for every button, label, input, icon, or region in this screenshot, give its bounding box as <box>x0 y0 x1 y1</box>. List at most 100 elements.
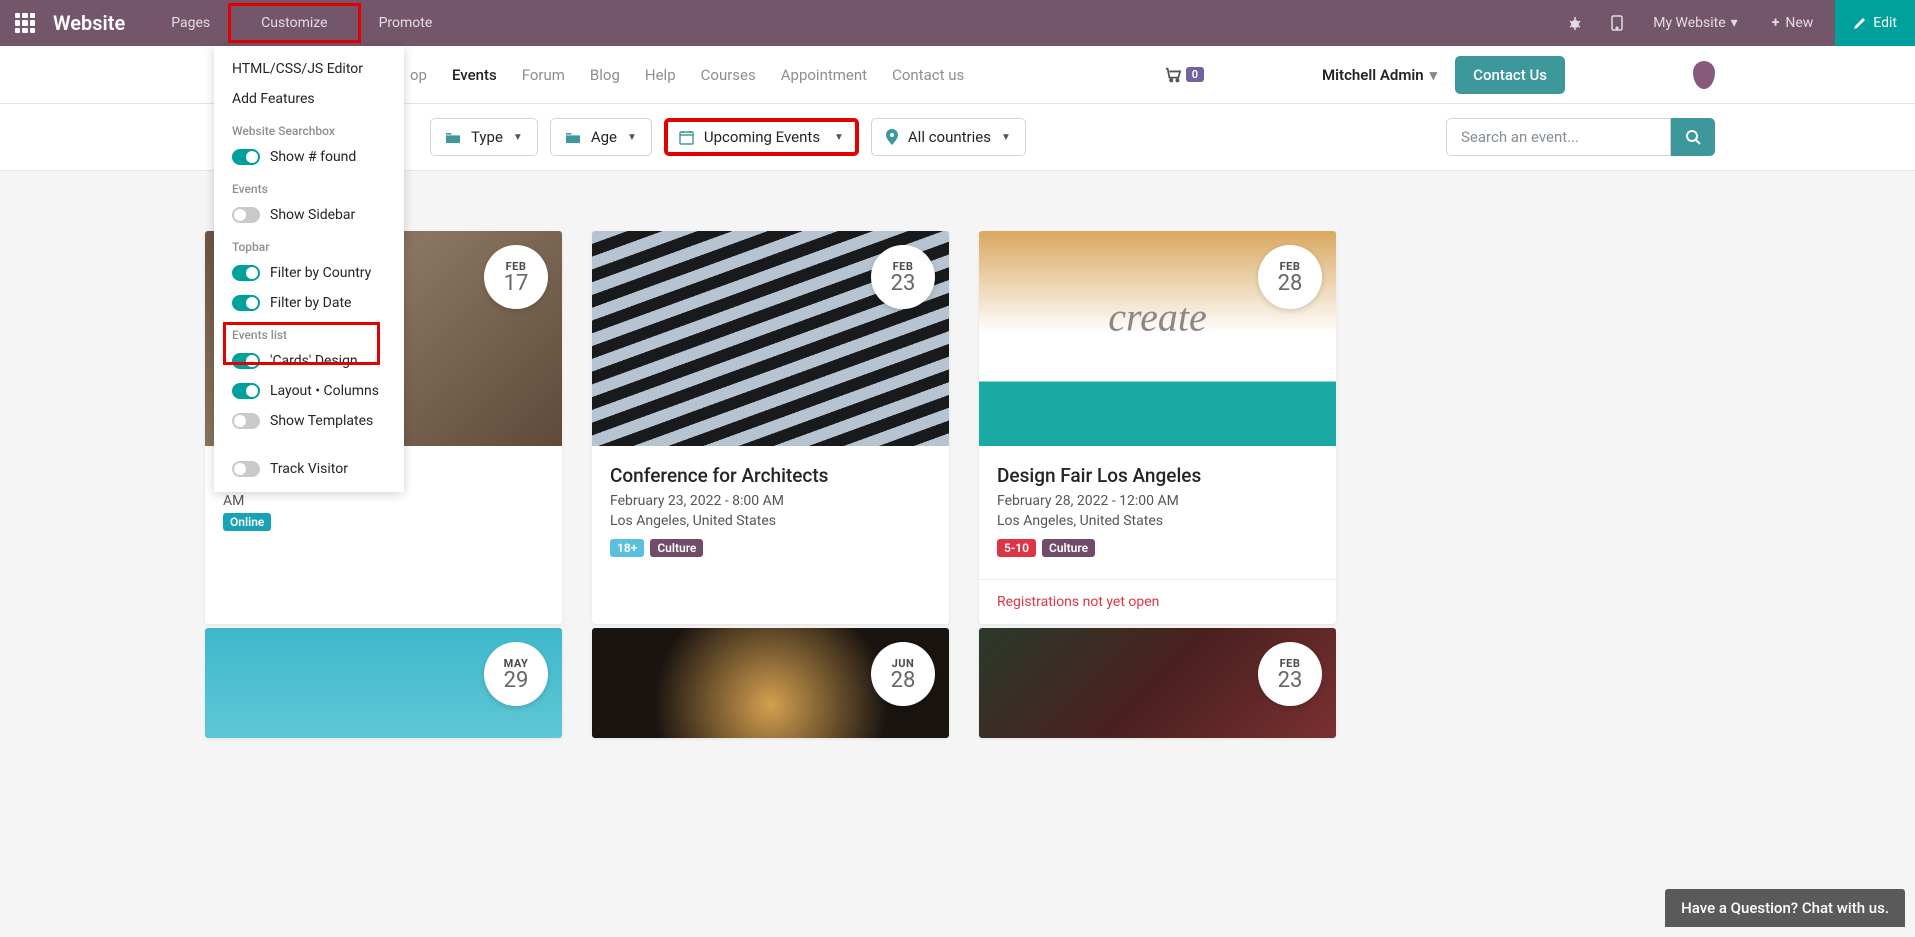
folder-icon <box>565 130 581 144</box>
dd-layout-columns[interactable]: Layout • Columns <box>214 376 404 406</box>
dd-filter-country[interactable]: Filter by Country <box>214 258 404 288</box>
dd-show-found[interactable]: Show # found <box>214 142 404 172</box>
logo-drop-icon <box>1693 61 1715 89</box>
event-card[interactable]: FEB 28 Design Fair Los Angeles February … <box>979 231 1336 624</box>
event-day: 17 <box>504 273 529 295</box>
toggle-icon[interactable] <box>232 295 260 311</box>
plus-icon: + <box>1772 15 1780 31</box>
dd-label: Show Templates <box>270 413 373 429</box>
event-title: Design Fair Los Angeles <box>997 464 1318 487</box>
event-card[interactable]: JUN 28 <box>592 628 949 738</box>
search-group <box>1446 118 1715 156</box>
events-grid-row2: MAY 29 JUN 28 FEB 23 <box>0 628 1915 778</box>
toggle-icon[interactable] <box>232 265 260 281</box>
filter-date-dropdown[interactable]: Upcoming Events ▼ <box>664 118 859 156</box>
filter-country-dropdown[interactable]: All countries ▼ <box>871 118 1026 156</box>
nav-courses[interactable]: Courses <box>701 66 756 84</box>
tag-age: 18+ <box>610 539 644 557</box>
brand[interactable]: Website <box>53 11 125 35</box>
filter-country-label: All countries <box>908 128 991 146</box>
event-card[interactable]: FEB 23 Conference for Architects Februar… <box>592 231 949 624</box>
dd-group-eventslist: Events list <box>214 318 404 346</box>
search-button[interactable] <box>1671 118 1715 156</box>
mobile-icon[interactable] <box>1601 7 1633 39</box>
map-pin-icon <box>886 129 898 145</box>
cart[interactable]: 0 <box>1164 67 1204 83</box>
event-notice: Registrations not yet open <box>979 579 1336 624</box>
filter-type-dropdown[interactable]: Type ▼ <box>430 118 538 156</box>
menu-promote[interactable]: Promote <box>363 3 449 43</box>
toggle-icon[interactable] <box>232 413 260 429</box>
dd-label: Show Sidebar <box>270 207 355 223</box>
event-image: MAY 29 <box>205 628 562 738</box>
chevron-down-icon: ▼ <box>513 132 523 143</box>
event-day: 29 <box>504 670 529 692</box>
event-date-badge: FEB 23 <box>871 245 935 309</box>
dd-track-visitor[interactable]: Track Visitor <box>214 446 404 484</box>
dd-label: Layout • Columns <box>270 383 379 399</box>
nav-appointment[interactable]: Appointment <box>781 66 867 84</box>
event-datetime: February 28, 2022 - 12:00 AM <box>997 493 1318 509</box>
event-image: JUN 28 <box>592 628 949 738</box>
dd-label: 'Cards' Design <box>270 353 358 369</box>
nav-events[interactable]: Events <box>452 66 497 84</box>
my-website-dropdown[interactable]: My Website ▾ <box>1641 7 1749 39</box>
event-datetime: February 23, 2022 - 8:00 AM <box>610 493 931 509</box>
nav-forum[interactable]: Forum <box>522 66 565 84</box>
event-day: 23 <box>891 273 916 295</box>
cart-count: 0 <box>1186 67 1204 82</box>
nav-shop[interactable]: op <box>410 66 427 84</box>
filter-date-label: Upcoming Events <box>704 128 820 146</box>
search-input[interactable] <box>1446 118 1671 156</box>
event-card[interactable]: MAY 29 <box>205 628 562 738</box>
menu-pages[interactable]: Pages <box>155 3 226 43</box>
bug-icon[interactable] <box>1557 7 1593 39</box>
event-day: 28 <box>1278 273 1303 295</box>
site-header-right: 0 Mitchell Admin ▾ Contact Us <box>1164 56 1715 94</box>
toggle-icon[interactable] <box>232 383 260 399</box>
event-image: FEB 23 <box>979 628 1336 738</box>
nav-contact[interactable]: Contact us <box>892 66 964 84</box>
topbar-left: Website Pages Customize Promote <box>15 3 448 43</box>
tag-age: 5-10 <box>997 539 1036 557</box>
nav-help[interactable]: Help <box>645 66 676 84</box>
contact-us-button[interactable]: Contact Us <box>1455 56 1565 94</box>
event-image: FEB 28 <box>979 231 1336 446</box>
topbar-menu: Pages Customize Promote <box>155 3 448 43</box>
dd-label: Track Visitor <box>270 461 348 477</box>
event-date-badge: FEB 23 <box>1258 642 1322 706</box>
event-card[interactable]: FEB 23 <box>979 628 1336 738</box>
dd-add-features[interactable]: Add Features <box>214 84 404 114</box>
toggle-icon[interactable] <box>232 461 260 477</box>
chevron-down-icon: ▾ <box>1430 66 1438 84</box>
tag-online: Online <box>223 513 271 531</box>
menu-customize[interactable]: Customize <box>228 3 360 43</box>
apps-icon[interactable] <box>15 13 35 33</box>
edit-button[interactable]: Edit <box>1835 0 1915 46</box>
dd-label: Filter by Date <box>270 295 351 311</box>
event-body: Conference for Architects February 23, 2… <box>592 446 949 579</box>
dd-group-topbar: Topbar <box>214 230 404 258</box>
event-date-badge: MAY 29 <box>484 642 548 706</box>
admin-topbar: Website Pages Customize Promote My Websi… <box>0 0 1915 46</box>
dd-cards-design[interactable]: 'Cards' Design <box>214 346 404 376</box>
toggle-icon[interactable] <box>232 149 260 165</box>
tag-culture: Culture <box>650 539 703 557</box>
nav-blog[interactable]: Blog <box>590 66 620 84</box>
new-button[interactable]: + New <box>1758 7 1828 39</box>
dd-filter-date[interactable]: Filter by Date <box>214 288 404 318</box>
dd-show-sidebar[interactable]: Show Sidebar <box>214 200 404 230</box>
calendar-icon <box>679 130 694 145</box>
user-dropdown[interactable]: Mitchell Admin ▾ <box>1322 66 1437 84</box>
filter-age-dropdown[interactable]: Age ▼ <box>550 118 652 156</box>
event-tags: 18+ Culture <box>610 539 931 557</box>
toggle-icon[interactable] <box>232 207 260 223</box>
dd-html-editor[interactable]: HTML/CSS/JS Editor <box>214 54 404 84</box>
chat-widget[interactable]: Have a Question? Chat with us. <box>1665 889 1905 927</box>
event-date-badge: JUN 28 <box>871 642 935 706</box>
site-nav: op Events Forum Blog Help Courses Appoin… <box>410 66 964 84</box>
toggle-icon[interactable] <box>232 353 260 369</box>
event-date-badge: FEB 17 <box>484 245 548 309</box>
dd-show-templates[interactable]: Show Templates <box>214 406 404 436</box>
event-datetime: AM <box>223 493 544 509</box>
